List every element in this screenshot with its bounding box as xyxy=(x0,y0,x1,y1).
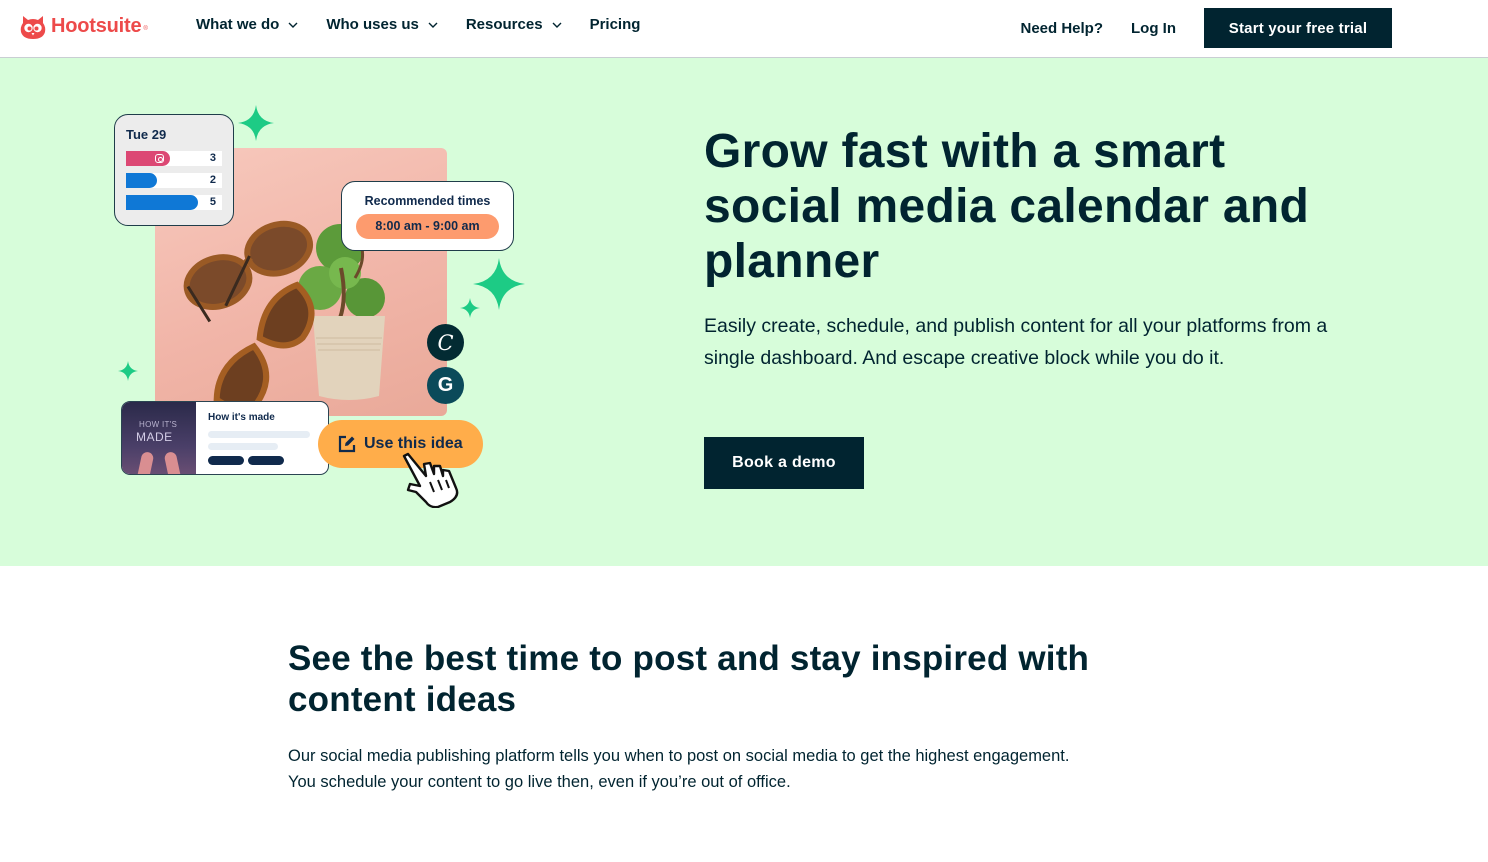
hero-illustration: Tue 29 3 2 5 Recommended times 8:00 am -… xyxy=(0,58,600,566)
post-count-card: Tue 29 3 2 5 xyxy=(114,114,234,226)
nav-label: What we do xyxy=(196,16,280,33)
instagram-bar xyxy=(126,151,170,166)
recommended-times-card: Recommended times 8:00 am - 9:00 am xyxy=(341,181,514,251)
use-this-idea-label: Use this idea xyxy=(364,435,463,452)
registered-mark: ® xyxy=(143,25,148,32)
hero-subtitle: Easily create, schedule, and publish con… xyxy=(704,315,1328,369)
nav-pricing[interactable]: Pricing xyxy=(590,16,641,33)
idea-thumbnail: HOW IT'S MADE xyxy=(122,402,196,474)
sparkle-icon xyxy=(118,361,138,381)
edit-icon xyxy=(338,435,356,453)
post-count: 2 xyxy=(209,174,216,186)
log-in-link[interactable]: Log In xyxy=(1131,20,1176,37)
features-title: See the best time to post and stay inspi… xyxy=(288,639,1090,719)
nav-label: Resources xyxy=(465,16,543,33)
platform-bar xyxy=(126,173,157,188)
features-body: Our social media publishing platform tel… xyxy=(288,747,1070,791)
nav-label: Who uses us xyxy=(326,16,419,33)
sparkle-icon xyxy=(473,258,525,310)
chevron-down-icon xyxy=(288,22,298,28)
placeholder-line xyxy=(208,431,310,438)
placeholder-pills xyxy=(208,456,310,465)
recommended-time-badge: 8:00 am - 9:00 am xyxy=(356,214,499,239)
instagram-icon xyxy=(155,154,164,163)
chevron-down-icon xyxy=(428,22,438,28)
hootsuite-logo[interactable]: Hootsuite ® xyxy=(19,13,148,40)
placeholder-pill xyxy=(248,456,284,465)
post-count: 3 xyxy=(209,152,216,164)
grammarly-icon: G xyxy=(427,367,464,404)
sparkle-icon xyxy=(238,105,274,141)
pointer-hand-icon xyxy=(402,452,459,508)
nav-what-we-do[interactable]: What we do xyxy=(196,16,298,33)
hero-section: Tue 29 3 2 5 Recommended times 8:00 am -… xyxy=(0,58,1488,566)
sparkle-icon xyxy=(460,298,480,318)
owl-logo-icon xyxy=(20,16,46,39)
platform-bar xyxy=(126,195,198,210)
nav-who-uses-us[interactable]: Who uses us xyxy=(326,16,438,33)
content-idea-card: HOW IT'S MADE How it's made xyxy=(121,401,329,475)
recommended-times-title: Recommended times xyxy=(364,194,491,208)
main-nav: What we do Who uses us Resources Pricing xyxy=(196,16,668,33)
logo-wordmark: Hootsuite xyxy=(51,15,142,37)
hand-graphic xyxy=(137,451,155,474)
need-help-link[interactable]: Need Help? xyxy=(1020,20,1103,37)
platform-bar-row: 5 xyxy=(126,195,222,210)
hero-title: Grow fast with a smart social media cale… xyxy=(704,125,1310,288)
placeholder-pill xyxy=(208,456,244,465)
nav-resources[interactable]: Resources xyxy=(466,16,562,33)
site-header: Hootsuite ® What we do Who uses us Resou… xyxy=(0,0,1488,58)
platform-bar-row: 2 xyxy=(126,173,222,188)
header-actions: Need Help? Log In Start your free trial xyxy=(1020,8,1392,48)
canva-icon: C xyxy=(427,324,464,361)
features-section: See the best time to post and stay inspi… xyxy=(0,566,1488,862)
nav-label: Pricing xyxy=(589,16,641,33)
start-free-trial-button[interactable]: Start your free trial xyxy=(1204,8,1392,48)
placeholder-line xyxy=(208,443,278,450)
thumbnail-text: MADE xyxy=(136,430,173,444)
chevron-down-icon xyxy=(552,22,562,28)
post-count: 5 xyxy=(209,196,216,208)
thumbnail-text: HOW IT'S xyxy=(139,420,178,429)
idea-title: How it's made xyxy=(208,412,275,423)
calendar-date: Tue 29 xyxy=(126,127,167,142)
platform-bar-row: 3 xyxy=(126,151,222,166)
book-a-demo-button[interactable]: Book a demo xyxy=(704,437,864,489)
hand-graphic xyxy=(163,451,181,474)
idea-body: How it's made xyxy=(208,412,310,465)
